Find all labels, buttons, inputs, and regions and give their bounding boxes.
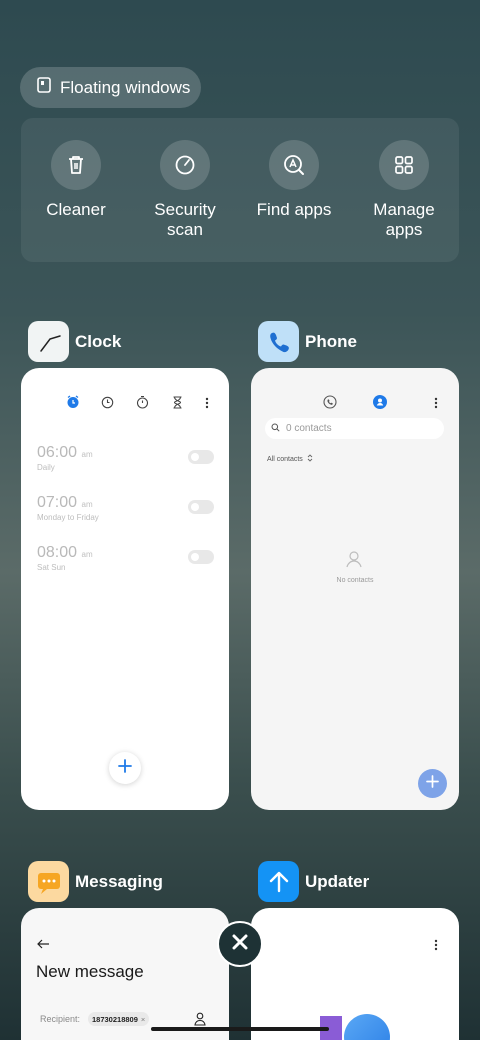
add-alarm-button[interactable] xyxy=(109,752,141,784)
phone-app-name: Phone xyxy=(305,331,357,351)
find-apps-label: Find apps xyxy=(256,200,332,219)
alarm-time: 08:00 xyxy=(37,544,78,561)
alarm-repeat: Sat Sun xyxy=(37,563,66,572)
more-options-icon[interactable] xyxy=(205,396,209,414)
world-clock-tab-icon[interactable] xyxy=(101,396,114,414)
contacts-search-input[interactable]: 0 contacts xyxy=(265,418,444,439)
recents-tab-icon[interactable] xyxy=(323,395,337,414)
alarm-toggle[interactable] xyxy=(188,450,214,464)
recipient-chip-number: 18730218809 xyxy=(92,1014,138,1024)
phone-app-header[interactable]: Phone xyxy=(258,321,357,362)
updater-app-name: Updater xyxy=(305,871,370,891)
alarm-item[interactable]: 08:00 am Sat Sun xyxy=(37,544,93,572)
plus-icon xyxy=(118,758,132,778)
recipient-chip[interactable]: 18730218809 × xyxy=(88,1012,150,1026)
security-scan-label: Security scan xyxy=(154,200,216,239)
remove-recipient-icon[interactable]: × xyxy=(141,1015,145,1024)
updater-app-header[interactable]: Updater xyxy=(258,861,369,902)
alarm-toggle[interactable] xyxy=(188,550,214,564)
contacts-tab-icon[interactable] xyxy=(373,395,387,414)
quick-actions-panel: Cleaner Security scan Find apps Manage a… xyxy=(21,118,459,262)
contacts-filter-label: All contacts xyxy=(267,455,303,463)
clear-all-button[interactable] xyxy=(217,921,263,967)
floating-windows-label: Floating windows xyxy=(60,77,191,97)
alarm-item[interactable]: 06:00 am Daily xyxy=(37,444,93,472)
close-icon xyxy=(232,934,248,955)
floating-window-icon xyxy=(36,77,52,98)
back-arrow-icon[interactable] xyxy=(37,936,50,954)
sort-arrows-icon xyxy=(307,454,313,464)
more-options-icon[interactable] xyxy=(434,938,438,956)
trash-icon xyxy=(51,140,101,190)
messaging-app-name: Messaging xyxy=(75,871,163,891)
phone-app-card[interactable]: 0 contacts All contacts No contacts xyxy=(251,368,459,810)
alarm-tab-icon[interactable] xyxy=(66,395,80,414)
grid-icon xyxy=(379,140,429,190)
contacts-filter-dropdown[interactable]: All contacts xyxy=(267,454,313,464)
alarm-time: 07:00 xyxy=(37,494,78,511)
floating-windows-button[interactable]: Floating windows xyxy=(20,67,201,108)
search-placeholder: 0 contacts xyxy=(286,423,332,434)
new-message-title: New message xyxy=(36,962,144,981)
find-apps-button[interactable]: Find apps xyxy=(244,140,344,220)
alarm-time: 06:00 xyxy=(37,444,78,461)
messaging-app-icon xyxy=(28,861,69,902)
alarm-ampm: am xyxy=(81,450,93,459)
search-icon xyxy=(271,423,280,435)
alarm-repeat: Daily xyxy=(37,463,55,472)
add-contact-button[interactable] xyxy=(418,769,447,798)
find-apps-icon xyxy=(269,140,319,190)
person-placeholder-icon xyxy=(345,550,363,573)
messaging-app-header[interactable]: Messaging xyxy=(28,861,163,902)
manage-apps-label: Manage apps xyxy=(373,200,435,239)
cleaner-label: Cleaner xyxy=(46,200,106,219)
timer-tab-icon[interactable] xyxy=(172,396,183,414)
home-gesture-bar[interactable] xyxy=(151,1027,329,1031)
manage-apps-button[interactable]: Manage apps xyxy=(354,140,454,240)
security-scan-icon xyxy=(160,140,210,190)
clock-app-name: Clock xyxy=(75,331,122,351)
clock-app-icon xyxy=(28,321,69,362)
no-contacts-text: No contacts xyxy=(336,577,374,584)
clock-app-card[interactable]: 06:00 am Daily 07:00 am Monday to Friday… xyxy=(21,368,229,810)
alarm-ampm: am xyxy=(81,550,93,559)
alarm-repeat: Monday to Friday xyxy=(37,513,99,522)
messaging-app-card[interactable]: New message Recipient: 18730218809 × xyxy=(21,908,229,1040)
updater-app-icon xyxy=(258,861,299,902)
alarm-toggle[interactable] xyxy=(188,500,214,514)
updater-app-card[interactable] xyxy=(251,908,459,1040)
updater-illustration-circle xyxy=(344,1014,390,1040)
security-scan-button[interactable]: Security scan xyxy=(135,140,235,240)
clock-app-header[interactable]: Clock xyxy=(28,321,121,362)
alarm-item[interactable]: 07:00 am Monday to Friday xyxy=(37,494,99,522)
stopwatch-tab-icon[interactable] xyxy=(136,395,149,414)
recipient-label: Recipient: xyxy=(40,1014,81,1024)
more-options-icon[interactable] xyxy=(434,396,438,414)
alarm-ampm: am xyxy=(81,500,93,509)
plus-icon xyxy=(426,774,439,793)
cleaner-button[interactable]: Cleaner xyxy=(26,140,126,220)
phone-app-icon xyxy=(258,321,299,362)
